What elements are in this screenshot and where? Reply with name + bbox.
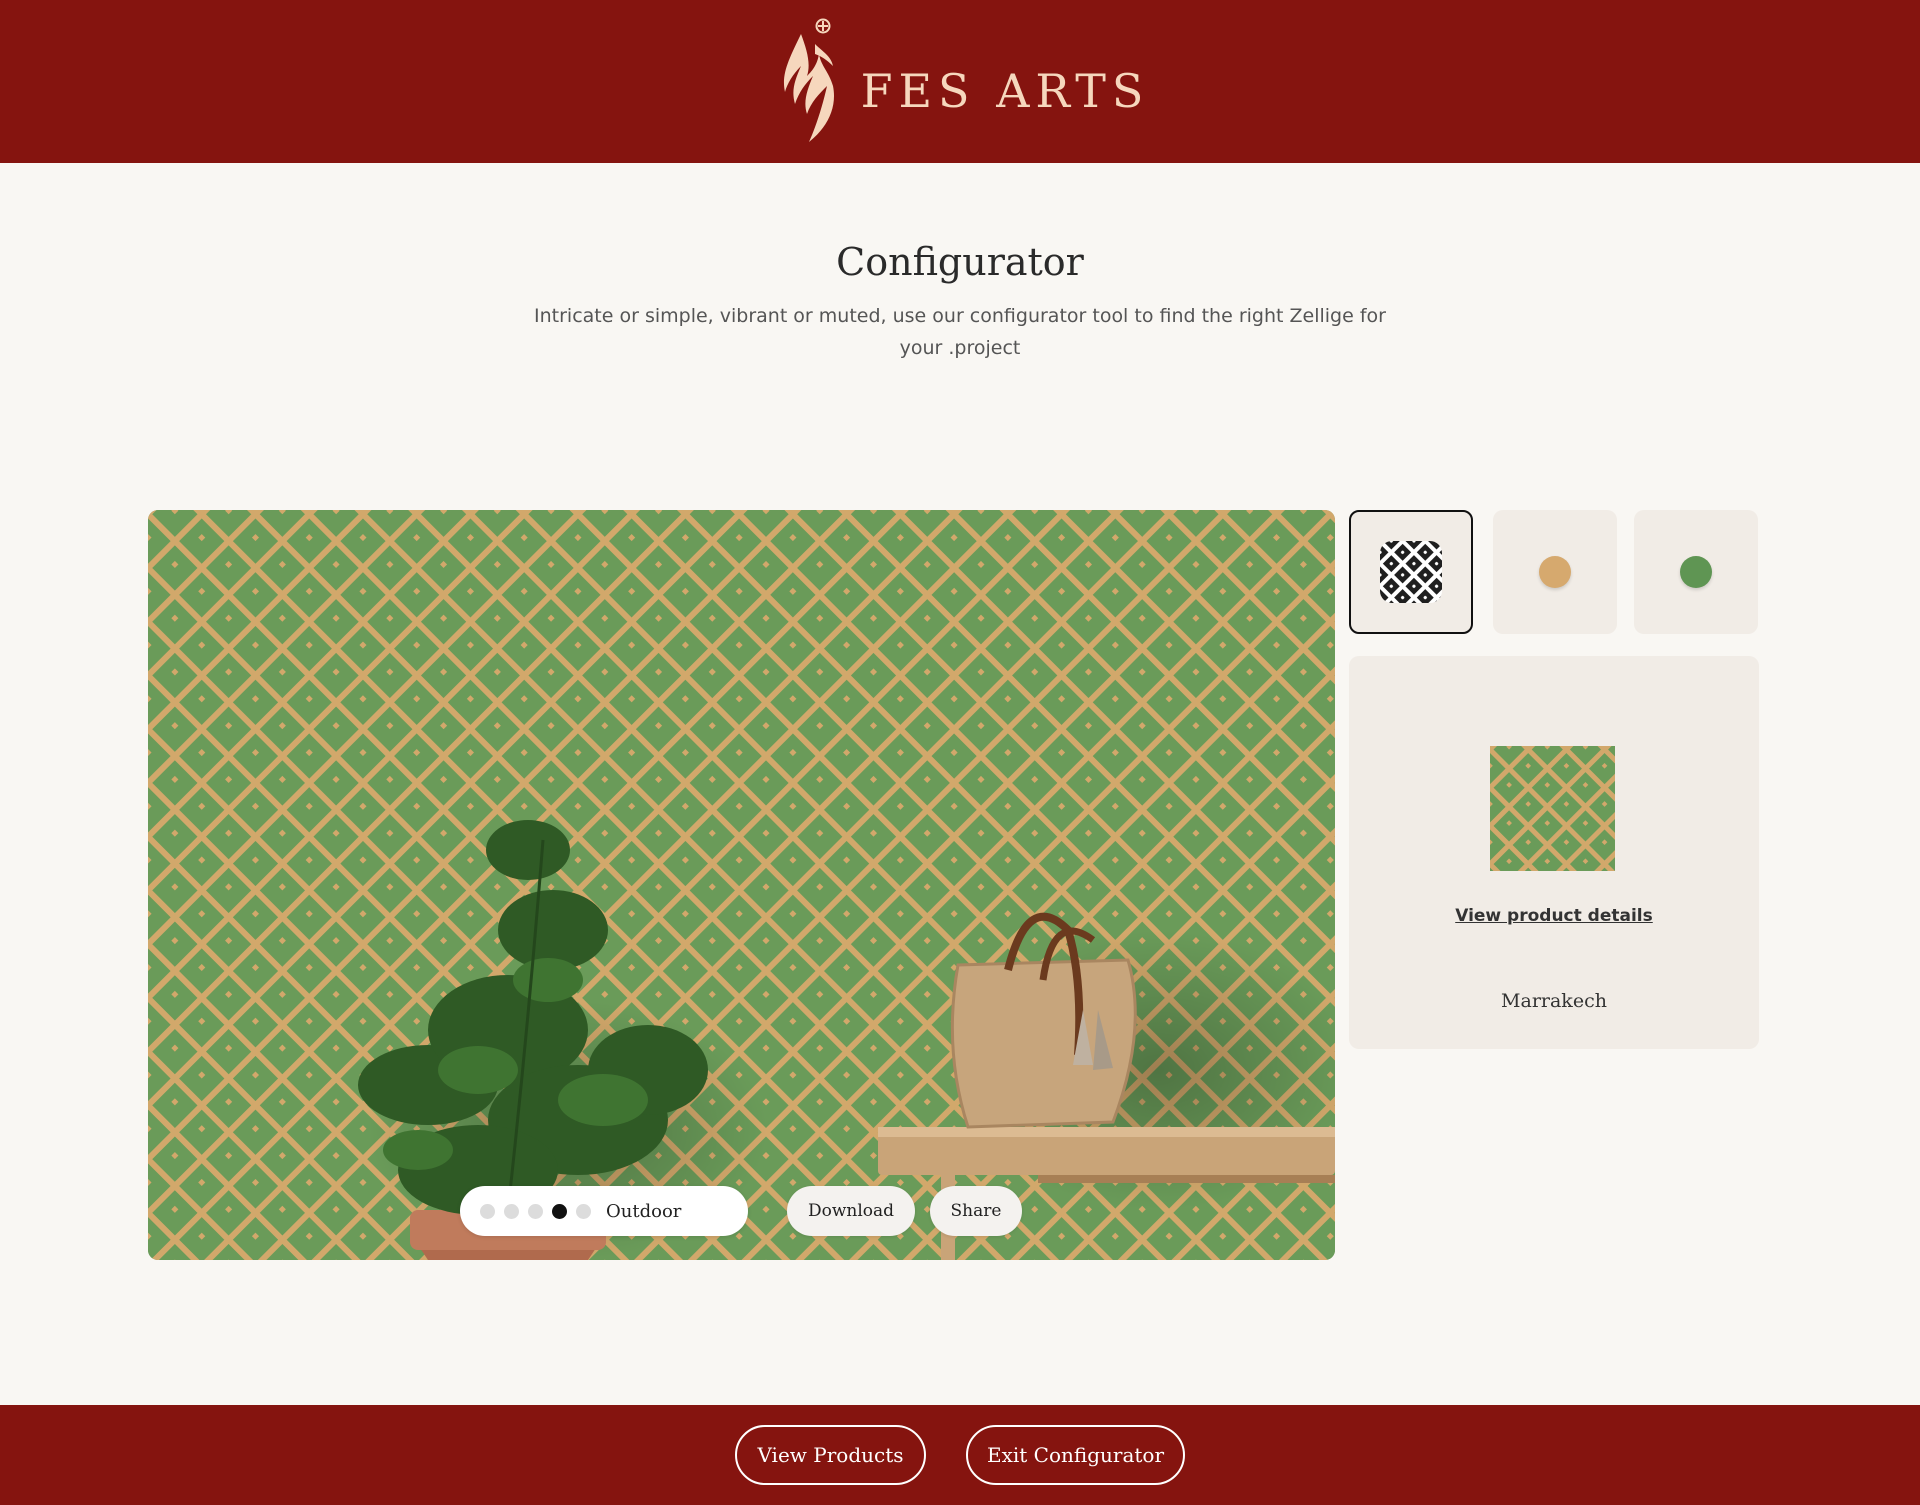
pattern-option-button[interactable] [1349, 510, 1473, 634]
share-button[interactable]: Share [930, 1186, 1022, 1236]
brand-name: FES ARTS [860, 63, 1150, 118]
zellige-wall-scene [148, 510, 1335, 1260]
green-color-option[interactable] [1634, 510, 1758, 634]
sand-color-swatch [1539, 556, 1571, 588]
calligraphy-flame-icon [783, 18, 834, 142]
green-color-swatch [1680, 556, 1712, 588]
brand-logo[interactable]: FES ARTS [771, 14, 1150, 150]
product-name: Marrakech [1501, 990, 1607, 1012]
page-subtitle: Intricate or simple, vibrant or muted, u… [534, 305, 1386, 359]
product-details-panel: View product details Marrakech [1349, 656, 1759, 1049]
tile-thumbnail[interactable] [1490, 746, 1615, 871]
site-header: FES ARTS [0, 0, 1920, 163]
scene-selector: Outdoor [460, 1186, 748, 1236]
page-title: Configurator [836, 240, 1084, 284]
scene-dot[interactable] [528, 1203, 543, 1219]
sand-color-option[interactable] [1493, 510, 1617, 634]
footer-bar: View Products Exit Configurator [0, 1405, 1920, 1505]
view-product-details-link[interactable]: View product details [1349, 906, 1759, 926]
scene-dot[interactable] [480, 1203, 495, 1219]
pattern-icon [1380, 541, 1442, 603]
download-button[interactable]: Download [787, 1186, 915, 1236]
view-products-button[interactable]: View Products [735, 1425, 926, 1485]
scene-preview: Outdoor Download Share [148, 510, 1335, 1260]
scene-dot[interactable] [504, 1203, 519, 1219]
scene-dot[interactable] [576, 1203, 591, 1219]
scene-dot-active[interactable] [552, 1203, 567, 1219]
exit-configurator-button[interactable]: Exit Configurator [966, 1425, 1185, 1485]
scene-label: Outdoor [606, 1200, 682, 1222]
